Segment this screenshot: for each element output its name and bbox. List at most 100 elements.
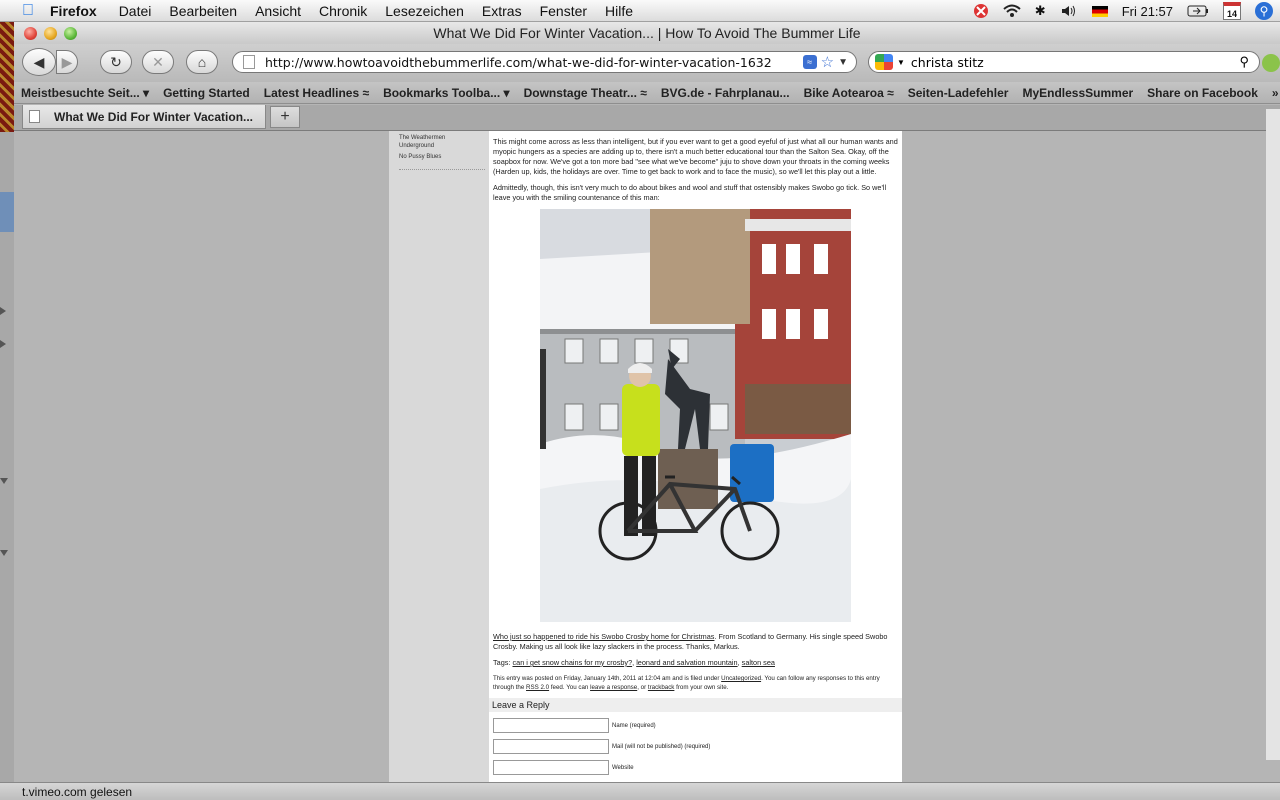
- post-tags: Tags: can i get snow chains for my crosb…: [493, 658, 775, 667]
- menu-hilfe[interactable]: Hilfe: [605, 3, 633, 19]
- rss-feed-icon[interactable]: ≈: [802, 55, 817, 69]
- stop-button[interactable]: ✕: [142, 50, 174, 74]
- page-favicon-icon: [243, 55, 255, 69]
- post-meta: This entry was posted on Friday, January…: [493, 675, 880, 691]
- comment-field-row: Mail (will not be published) (required): [493, 739, 898, 754]
- menu-fenster[interactable]: Fenster: [540, 3, 587, 19]
- bookmark-item[interactable]: Latest Headlines ≈: [264, 86, 369, 100]
- scroll-marker-icon: [0, 478, 8, 484]
- desktop-left-edge: [0, 22, 14, 782]
- wifi-icon[interactable]: [1003, 4, 1021, 18]
- url-bar[interactable]: http://www.howtoavoidthebummerlife.com/w…: [232, 51, 857, 73]
- comment-field-row: Name (required): [493, 718, 898, 733]
- sidebar-divider: [399, 169, 485, 170]
- zoom-window-button[interactable]: [64, 27, 77, 40]
- forward-button[interactable]: ▶: [56, 50, 78, 74]
- addon-icon[interactable]: [1262, 54, 1280, 72]
- battery-icon[interactable]: [1187, 5, 1209, 17]
- tab-active[interactable]: What We Did For Winter Vacation...: [22, 105, 266, 129]
- status-bar: t.vimeo.com gelesen: [0, 782, 1280, 800]
- menu-ansicht[interactable]: Ansicht: [255, 3, 301, 19]
- bookmark-item[interactable]: Share on Facebook: [1147, 86, 1258, 100]
- bookmarks-overflow-icon[interactable]: »: [1272, 86, 1279, 100]
- scroll-marker-icon: [0, 550, 8, 556]
- close-window-button[interactable]: [24, 27, 37, 40]
- search-bar[interactable]: ▼ christa stitz ⚲: [868, 51, 1260, 73]
- menu-extras[interactable]: Extras: [482, 3, 522, 19]
- leave-response-link[interactable]: leave a response: [590, 684, 637, 691]
- bookmark-item[interactable]: Seiten-Ladefehler: [908, 86, 1009, 100]
- blog-sidebar: The Weathermen Underground No Pussy Blue…: [389, 131, 489, 782]
- apple-menu-icon[interactable]: : [18, 1, 38, 21]
- volume-icon[interactable]: [1060, 4, 1078, 18]
- dropdown-icon: ▾: [503, 85, 510, 100]
- bookmark-star-icon[interactable]: ☆: [821, 53, 834, 71]
- category-link[interactable]: Uncategorized: [721, 675, 761, 682]
- url-history-dropdown-icon[interactable]: ▼: [838, 57, 848, 68]
- bookmark-item[interactable]: Meistbesuchte Seit... ▾: [21, 86, 149, 100]
- bookmark-item[interactable]: Downstage Theatr... ≈: [524, 86, 647, 100]
- bookmark-item[interactable]: Getting Started: [163, 86, 250, 100]
- bookmark-item[interactable]: BVG.de - Fahrplanau...: [661, 86, 790, 100]
- menu-datei[interactable]: Datei: [119, 3, 152, 19]
- bookmark-item[interactable]: Bookmarks Toolba... ▾: [383, 86, 510, 100]
- search-input[interactable]: christa stitz: [911, 55, 1240, 70]
- reload-button[interactable]: ↻: [100, 50, 132, 74]
- home-icon: ⌂: [197, 54, 207, 70]
- window-titlebar: What We Did For Winter Vacation... | How…: [14, 22, 1280, 44]
- rss-link[interactable]: RSS 2.0: [526, 684, 549, 691]
- tab-label: What We Did For Winter Vacation...: [54, 109, 254, 124]
- navigation-toolbar: ◀ ▶ ↻ ✕ ⌂ http://www.howtoavoidthebummer…: [14, 44, 1280, 82]
- trackback-link[interactable]: trackback: [648, 684, 674, 691]
- calendar-icon[interactable]: 14: [1223, 2, 1241, 20]
- window-title: What We Did For Winter Vacation... | How…: [433, 25, 861, 41]
- caption-link[interactable]: Who just so happened to ride his Swobo C…: [493, 632, 714, 641]
- tab-strip: What We Did For Winter Vacation... +: [14, 105, 1280, 131]
- comment-field-row: Website: [493, 760, 898, 775]
- url-text[interactable]: http://www.howtoavoidthebummerlife.com/w…: [265, 55, 803, 70]
- post-paragraph: This might come across as less than inte…: [493, 137, 898, 176]
- tag-link[interactable]: salton sea: [742, 658, 775, 667]
- page-icon: [29, 110, 40, 123]
- cyclist-snow-photo: [540, 209, 851, 622]
- bluetooth-icon[interactable]: ✱: [1035, 3, 1046, 19]
- sidebar-link[interactable]: The Weathermen: [399, 134, 479, 142]
- website-field[interactable]: [493, 760, 609, 775]
- tag-link[interactable]: leonard and salvation mountain: [636, 658, 737, 667]
- menu-chronik[interactable]: Chronik: [319, 3, 367, 19]
- page-viewport: The Weathermen Underground No Pussy Blue…: [14, 131, 1280, 782]
- back-button[interactable]: ◀: [22, 48, 56, 76]
- search-magnifier-icon[interactable]: ⚲: [1239, 54, 1249, 70]
- forward-arrow-icon: ▶: [61, 53, 73, 70]
- tag-link[interactable]: can i get snow chains for my crosby?: [512, 658, 632, 667]
- google-engine-icon[interactable]: [875, 54, 893, 70]
- background-window-edge: [0, 192, 14, 232]
- vertical-scrollbar[interactable]: [1266, 109, 1280, 760]
- engine-dropdown-icon[interactable]: ▼: [897, 58, 905, 67]
- field-label: Website: [612, 764, 634, 771]
- sidebar-link[interactable]: No Pussy Blues: [399, 153, 479, 161]
- input-language-flag-icon[interactable]: [1091, 5, 1108, 17]
- rss-icon: ≈: [887, 85, 894, 100]
- mail-field[interactable]: [493, 739, 609, 754]
- mac-menubar:  Firefox Datei Bearbeiten Ansicht Chron…: [0, 0, 1280, 22]
- bookmark-item[interactable]: Bike Aotearoa ≈: [804, 86, 894, 100]
- home-button[interactable]: ⌂: [186, 50, 218, 74]
- menu-lesezeichen[interactable]: Lesezeichen: [385, 3, 464, 19]
- name-field[interactable]: [493, 718, 609, 733]
- new-tab-button[interactable]: +: [270, 106, 300, 128]
- menu-clock[interactable]: Fri 21:57: [1122, 4, 1173, 19]
- scroll-marker-icon: [0, 340, 6, 348]
- menu-bearbeiten[interactable]: Bearbeiten: [169, 3, 237, 19]
- leave-reply-heading: Leave a Reply: [489, 698, 902, 712]
- bookmark-item[interactable]: MyEndlessSummer: [1022, 86, 1133, 100]
- spotlight-icon[interactable]: ⚲: [1255, 2, 1273, 20]
- bookmarks-toolbar: Meistbesuchte Seit... ▾ Getting Started …: [14, 82, 1280, 104]
- rss-icon: ≈: [640, 85, 647, 100]
- blog-post: This might come across as less than inte…: [489, 131, 902, 782]
- status-app-icon[interactable]: [973, 3, 989, 19]
- sidebar-link[interactable]: Underground: [399, 142, 479, 150]
- minimize-window-button[interactable]: [44, 27, 57, 40]
- back-arrow-icon: ◀: [33, 53, 45, 70]
- menu-app-name[interactable]: Firefox: [50, 3, 97, 19]
